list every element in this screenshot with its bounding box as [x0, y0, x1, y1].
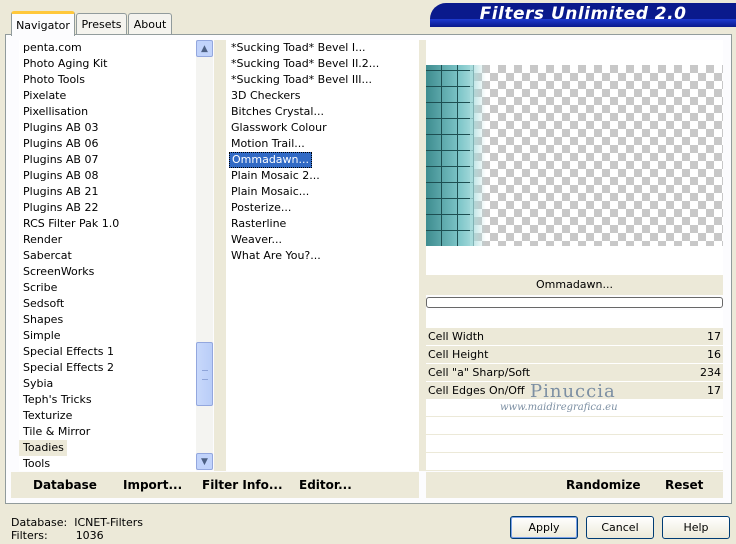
param-label: Cell Edges On/Off [428, 384, 525, 397]
param-label: Cell Height [428, 348, 489, 361]
filter-item[interactable]: Bitches Crystal... [226, 104, 419, 120]
param-label: Cell Width [428, 330, 485, 343]
category-item[interactable]: Plugins AB 21 [19, 184, 196, 200]
scrollbar-thumb[interactable] [196, 342, 213, 406]
watermark-url: www.maidiregrafica.eu [500, 402, 618, 413]
category-item[interactable]: Plugins AB 06 [19, 136, 196, 152]
category-item[interactable]: Sedsoft [19, 296, 196, 312]
category-item[interactable]: penta.com [19, 40, 196, 56]
progress-bar [426, 297, 723, 308]
filter-item[interactable]: Glasswork Colour [226, 120, 419, 136]
tab-about[interactable]: About [128, 13, 172, 34]
randomize-button[interactable]: Randomize [566, 478, 640, 496]
filter-item[interactable]: Rasterline [226, 216, 419, 232]
category-item[interactable]: Sybia [19, 376, 196, 392]
filter-item[interactable]: 3D Checkers [226, 88, 419, 104]
chevron-up-icon[interactable]: ▲ [196, 40, 213, 57]
filter-preview [426, 65, 723, 246]
param-value: 234 [700, 366, 721, 379]
tab-navigator[interactable]: Navigator [11, 11, 75, 36]
category-item[interactable]: Simple [19, 328, 196, 344]
filter-item[interactable]: Ommadawn... [226, 152, 419, 168]
category-list[interactable]: penta.com Photo Aging Kit Photo Tools Pixel… [19, 40, 196, 471]
filter-item[interactable]: Plain Mosaic... [226, 184, 419, 200]
param-value: 17 [707, 330, 721, 343]
panel-divider [419, 40, 426, 471]
category-scrollbar[interactable]: ▲ ▼ [196, 40, 213, 470]
category-item[interactable]: Texturize [19, 408, 196, 424]
category-item[interactable]: Photo Tools [19, 72, 196, 88]
filter-info-button[interactable]: Filter Info... [202, 478, 283, 496]
preview-top [426, 40, 723, 65]
editor-button[interactable]: Editor... [299, 478, 352, 496]
category-item[interactable]: RCS Filter Pak 1.0 [19, 216, 196, 232]
preview-tiles [426, 65, 474, 246]
status-filters: Filters: 1036 [11, 529, 104, 542]
category-item[interactable]: Plugins AB 07 [19, 152, 196, 168]
filter-list[interactable]: *Sucking Toad* Bevel I... *Sucking Toad* … [226, 40, 419, 471]
preview-filter-name: Ommadawn... [426, 275, 723, 295]
param-cell-width[interactable]: Cell Width 17 [426, 328, 723, 345]
status-database: Database: ICNET-Filters [11, 516, 143, 529]
category-item[interactable]: Special Effects 1 [19, 344, 196, 360]
app-title: Filters Unlimited 2.0 [479, 4, 687, 24]
category-item[interactable]: Tile & Mirror [19, 424, 196, 440]
filter-item[interactable]: What Are You?... [226, 248, 419, 264]
category-item[interactable]: Pixelate [19, 88, 196, 104]
list-divider [214, 40, 226, 471]
cancel-button[interactable]: Cancel [586, 516, 654, 539]
param-label: Cell "a" Sharp/Soft [428, 366, 531, 379]
filter-item[interactable]: *Sucking Toad* Bevel II.2... [226, 56, 419, 72]
filter-item[interactable]: Posterize... [226, 200, 419, 216]
category-item[interactable]: ScreenWorks [19, 264, 196, 280]
category-item[interactable]: Render [19, 232, 196, 248]
category-item[interactable]: Photo Aging Kit [19, 56, 196, 72]
category-item[interactable]: Plugins AB 22 [19, 200, 196, 216]
param-cell-height[interactable]: Cell Height 16 [426, 346, 723, 363]
param-value: 17 [707, 384, 721, 397]
param-value: 16 [707, 348, 721, 361]
category-item[interactable]: Pixellisation [19, 104, 196, 120]
category-item[interactable]: Special Effects 2 [19, 360, 196, 376]
filter-item[interactable]: Plain Mosaic 2... [226, 168, 419, 184]
category-item[interactable]: Teph's Tricks [19, 392, 196, 408]
import-button[interactable]: Import... [123, 478, 182, 496]
chevron-down-icon[interactable]: ▼ [196, 453, 213, 470]
reset-button[interactable]: Reset [665, 478, 703, 496]
filter-item[interactable]: Motion Trail... [226, 136, 419, 152]
param-cell-sharp-soft[interactable]: Cell "a" Sharp/Soft 234 [426, 364, 723, 381]
database-button[interactable]: Database [33, 478, 97, 496]
category-item[interactable]: Tools [19, 456, 196, 471]
tab-presets[interactable]: Presets [76, 13, 127, 34]
filter-item[interactable]: *Sucking Toad* Bevel I... [226, 40, 419, 56]
filter-item[interactable]: *Sucking Toad* Bevel III... [226, 72, 419, 88]
category-item[interactable]: Toadies [19, 440, 196, 456]
filter-item[interactable]: Weaver... [226, 232, 419, 248]
category-item[interactable]: Shapes [19, 312, 196, 328]
category-item[interactable]: Plugins AB 03 [19, 120, 196, 136]
category-item[interactable]: Plugins AB 08 [19, 168, 196, 184]
apply-button[interactable]: Apply [510, 516, 578, 539]
help-button[interactable]: Help [662, 516, 730, 539]
category-item[interactable]: Scribe [19, 280, 196, 296]
category-item[interactable]: Sabercat [19, 248, 196, 264]
watermark-name: Pinuccia [530, 381, 616, 402]
